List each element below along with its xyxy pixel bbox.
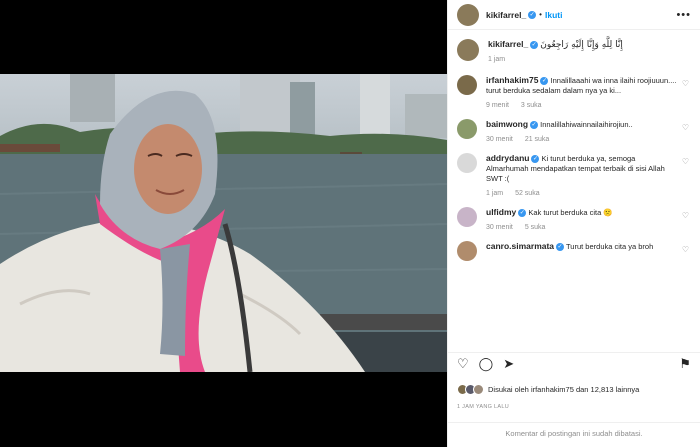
comment-username[interactable]: addrydanu	[486, 153, 529, 163]
likes-summary[interactable]: Disukai oleh irfanhakim75 dan 12,813 lai…	[457, 384, 691, 395]
comment-likes[interactable]: 5 suka	[525, 224, 546, 231]
caption-text: إِنَّا لِلَّهِ وَإِنَّا إِلَيْهِ رَاجِعُ…	[540, 40, 623, 50]
comment-body: canro.simarmata ✓ Turut berduka cita ya b…	[486, 241, 691, 261]
comment-likes[interactable]: 21 suka	[525, 136, 550, 143]
comment-likes[interactable]: 52 suka	[515, 190, 540, 197]
verified-icon: ✓	[528, 10, 537, 19]
verified-icon: ✓	[540, 77, 549, 86]
liker-avatar	[473, 384, 484, 395]
comment-time: 30 menit	[486, 136, 513, 143]
comment-likes[interactable]: 3 suka	[521, 102, 542, 109]
comment-text: Kak turut berduka cita 🙁	[528, 208, 613, 217]
caption-meta: 1 jam	[488, 56, 677, 63]
share-icon[interactable]: ➤	[503, 356, 514, 372]
post-timestamp[interactable]: 1 JAM YANG LALU	[457, 404, 509, 410]
comment-meta: 30 menit 5 suka	[486, 224, 677, 231]
save-icon[interactable]: ⚑	[679, 356, 691, 372]
comment-time: 30 menit	[486, 224, 513, 231]
comment-icon[interactable]: ◯	[479, 356, 494, 372]
follow-button[interactable]: Ikuti	[545, 10, 562, 20]
verified-icon: ✓	[530, 121, 539, 130]
commenter-avatar[interactable]	[457, 241, 477, 261]
post-viewer: kikifarrel_ ✓ • Ikuti ••• kikifarrel_ ✓ إ…	[0, 0, 700, 447]
post-photo[interactable]	[0, 74, 447, 372]
comment-line: baimwong ✓ Innalillahiwainnailaihirojiun.…	[486, 119, 677, 130]
comments-closed-notice: Komentar di postingan ini sudah dibatasi…	[448, 422, 700, 447]
comment-meta: 1 jam 52 suka	[486, 190, 677, 197]
comment-text: Innalillahiwainnailaihirojiun..	[540, 120, 633, 129]
comment-time: 1 jam	[486, 190, 504, 197]
comment-username[interactable]: ulfidmy	[486, 207, 516, 217]
comment-time: 9 menit	[486, 102, 509, 109]
comment-item: baimwong ✓ Innalillahiwainnailaihirojiun.…	[457, 119, 691, 143]
commenter-avatar[interactable]	[457, 75, 477, 95]
liker-avatars	[457, 384, 484, 395]
caption-line: kikifarrel_ ✓ إِنَّا لِلَّهِ وَإِنَّا إِل…	[488, 39, 677, 50]
separator-dot: •	[539, 10, 542, 19]
comment-line: canro.simarmata ✓ Turut berduka cita ya b…	[486, 241, 677, 252]
author-avatar[interactable]	[457, 3, 479, 26]
comment-meta: 30 menit 21 suka	[486, 136, 677, 143]
comment-like-icon[interactable]: ♡	[682, 123, 689, 132]
photo-illustration	[0, 74, 447, 372]
comment-item: irfanhakim75 ✓ Innalillaaahi wa inna ilai…	[457, 75, 691, 109]
caption: kikifarrel_ ✓ إِنَّا لِلَّهِ وَإِنَّا إِل…	[457, 39, 691, 63]
caption-username[interactable]: kikifarrel_	[488, 39, 528, 49]
media-panel	[0, 0, 447, 447]
verified-icon: ✓	[518, 209, 527, 218]
comment-body: addrydanu ✓ Ki turut berduka ya, semoga A…	[486, 153, 691, 197]
commenter-avatar[interactable]	[457, 207, 477, 227]
comment-item: ulfidmy ✓ Kak turut berduka cita 🙁 30 men…	[457, 207, 691, 231]
comment-like-icon[interactable]: ♡	[682, 157, 689, 166]
verified-icon: ✓	[531, 155, 540, 164]
post-header: kikifarrel_ ✓ • Ikuti •••	[448, 0, 700, 30]
author-username[interactable]: kikifarrel_	[486, 10, 526, 20]
verified-icon: ✓	[556, 243, 565, 252]
comment-like-icon[interactable]: ♡	[682, 79, 689, 88]
comment-line: ulfidmy ✓ Kak turut berduka cita 🙁	[486, 207, 677, 218]
comment-like-icon[interactable]: ♡	[682, 211, 689, 220]
comment-meta: 9 menit 3 suka	[486, 102, 677, 109]
commenter-avatar[interactable]	[457, 153, 477, 173]
commenter-avatar[interactable]	[457, 119, 477, 139]
caption-time: 1 jam	[488, 56, 506, 63]
comment-line: irfanhakim75 ✓ Innalillaaahi wa inna ilai…	[486, 75, 677, 96]
post-side-panel: kikifarrel_ ✓ • Ikuti ••• kikifarrel_ ✓ إ…	[447, 0, 700, 447]
likes-text: Disukai oleh irfanhakim75 dan 12,813 lai…	[488, 385, 640, 394]
comment-item: canro.simarmata ✓ Turut berduka cita ya b…	[457, 241, 691, 261]
caption-avatar[interactable]	[457, 39, 479, 61]
comments-list[interactable]: kikifarrel_ ✓ إِنَّا لِلَّهِ وَإِنَّا إِل…	[448, 30, 700, 349]
comment-username[interactable]: irfanhakim75	[486, 75, 538, 85]
comment-text: Turut berduka cita ya broh	[566, 242, 654, 251]
verified-icon: ✓	[530, 41, 539, 50]
comment-body: baimwong ✓ Innalillahiwainnailaihirojiun.…	[486, 119, 691, 143]
comment-like-icon[interactable]: ♡	[682, 245, 689, 254]
comment-username[interactable]: canro.simarmata	[486, 241, 554, 251]
comment-body: ulfidmy ✓ Kak turut berduka cita 🙁 30 men…	[486, 207, 691, 231]
comment-line: addrydanu ✓ Ki turut berduka ya, semoga A…	[486, 153, 677, 184]
comment-body: irfanhakim75 ✓ Innalillaaahi wa inna ilai…	[486, 75, 691, 109]
comment-item: addrydanu ✓ Ki turut berduka ya, semoga A…	[457, 153, 691, 197]
caption-body: kikifarrel_ ✓ إِنَّا لِلَّهِ وَإِنَّا إِل…	[488, 39, 691, 63]
like-icon[interactable]: ♡	[457, 356, 469, 372]
comment-username[interactable]: baimwong	[486, 119, 528, 129]
more-options-icon[interactable]: •••	[676, 9, 691, 21]
action-bar: ♡ ◯ ➤ ⚑	[448, 352, 700, 374]
